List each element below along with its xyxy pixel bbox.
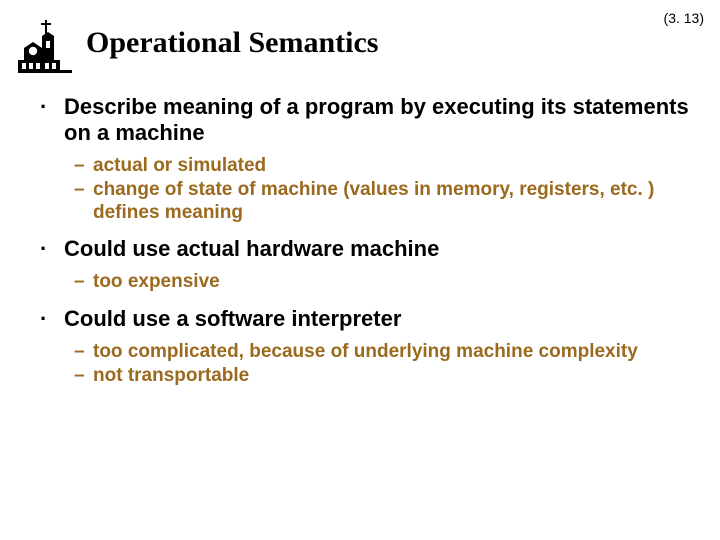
bullet-text: actual or simulated	[93, 154, 266, 177]
dash-marker-icon: –	[74, 364, 86, 387]
dash-marker-icon: –	[74, 340, 86, 363]
bullet-text: not transportable	[93, 364, 249, 387]
bullet-text: Describe meaning of a program by executi…	[64, 94, 690, 146]
bullet-level2: – not transportable	[74, 364, 690, 387]
slide-content: · Describe meaning of a program by execu…	[40, 94, 690, 399]
bullet-marker-icon: ·	[40, 94, 54, 120]
bullet-level2: – too complicated, because of underlying…	[74, 340, 690, 363]
slide: (3. 13) Operational Semantics · Describe…	[0, 0, 720, 540]
dash-marker-icon: –	[74, 154, 86, 177]
bullet-level1: · Could use actual hardware machine	[40, 236, 690, 262]
bullet-text: Could use actual hardware machine	[64, 236, 439, 262]
bullet-text: too expensive	[93, 270, 220, 293]
bullet-level2: – actual or simulated	[74, 154, 690, 177]
bullet-level1: · Could use a software interpreter	[40, 306, 690, 332]
slide-title: Operational Semantics	[86, 26, 379, 60]
dash-marker-icon: –	[74, 178, 86, 201]
bullet-marker-icon: ·	[40, 236, 54, 262]
church-logo-icon	[18, 14, 72, 74]
bullet-level1: · Describe meaning of a program by execu…	[40, 94, 690, 146]
bullet-marker-icon: ·	[40, 306, 54, 332]
slide-number: (3. 13)	[664, 10, 704, 26]
dash-marker-icon: –	[74, 270, 86, 293]
bullet-level2: – change of state of machine (values in …	[74, 178, 690, 224]
bullet-text: Could use a software interpreter	[64, 306, 401, 332]
bullet-level2: – too expensive	[74, 270, 690, 293]
bullet-text: too complicated, because of underlying m…	[93, 340, 638, 363]
bullet-text: change of state of machine (values in me…	[93, 178, 690, 224]
